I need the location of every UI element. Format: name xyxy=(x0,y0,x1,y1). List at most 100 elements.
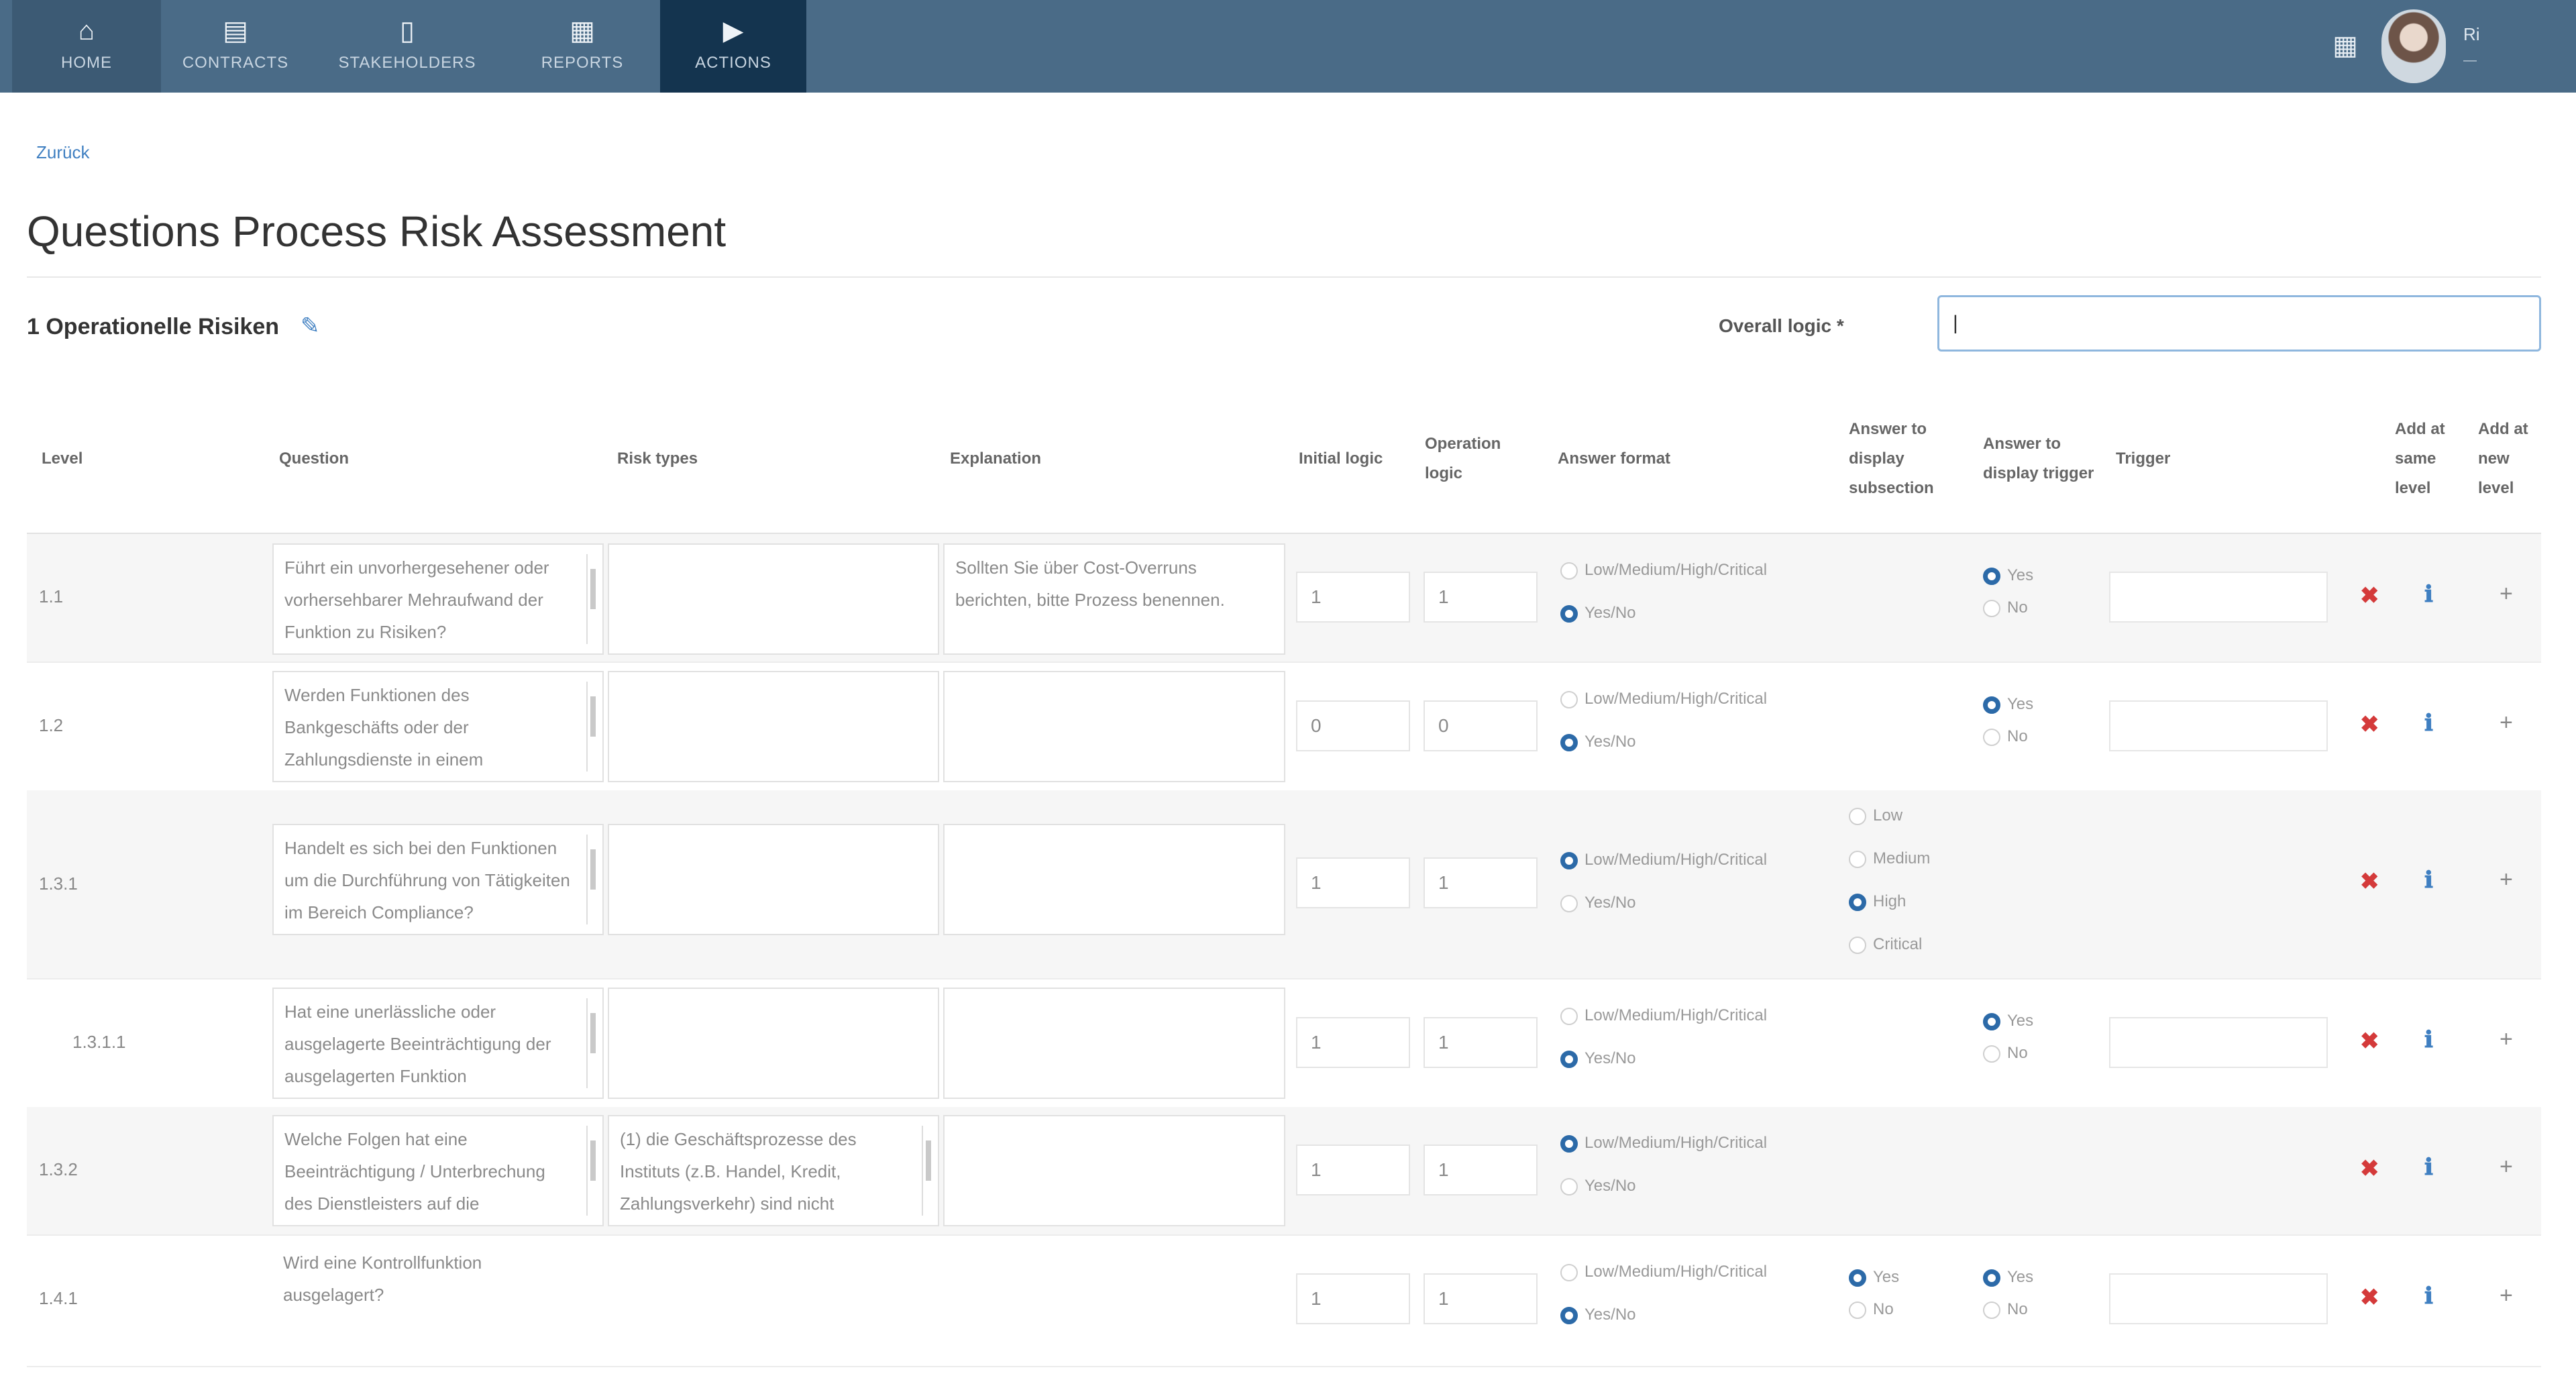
radio-button[interactable] xyxy=(1983,1269,2000,1287)
delete-icon[interactable]: ✖ xyxy=(2360,1284,2379,1311)
user-avatar[interactable] xyxy=(2381,9,2446,83)
delete-icon[interactable]: ✖ xyxy=(2360,1028,2379,1055)
radio-button[interactable] xyxy=(1560,604,1578,623)
nav-stakeholders[interactable]: ▯ STAKEHOLDERS xyxy=(310,0,504,93)
question-textarea[interactable]: Handelt es sich bei den Funktionen um di… xyxy=(272,824,604,935)
operation-logic-input[interactable]: 1 xyxy=(1424,857,1538,908)
risk-types-field[interactable] xyxy=(608,988,939,1099)
radio-button[interactable] xyxy=(1560,1263,1578,1281)
edit-section-icon[interactable]: ✎ xyxy=(301,313,320,339)
initial-logic-input[interactable]: 1 xyxy=(1296,1017,1410,1068)
risk-types-field[interactable] xyxy=(608,543,939,655)
risk-types-field[interactable] xyxy=(608,671,939,782)
operation-logic-input[interactable]: 1 xyxy=(1424,572,1538,623)
delete-icon[interactable]: ✖ xyxy=(2360,868,2379,895)
info-icon[interactable]: ℹ xyxy=(2424,581,2433,608)
radio-button[interactable] xyxy=(1560,894,1578,912)
subsection-answer-option[interactable]: Medium xyxy=(1849,849,1930,868)
question-textarea[interactable]: Welche Folgen hat eine Beeinträchtigung … xyxy=(272,1115,604,1226)
answer-format-option[interactable]: Low/Medium/High/Critical xyxy=(1560,1134,1767,1153)
overall-logic-input[interactable] xyxy=(1937,295,2541,352)
answer-format-option[interactable]: Yes/No xyxy=(1560,1177,1636,1195)
subsection-answer-option[interactable]: Critical xyxy=(1849,935,1922,954)
explanation-field[interactable] xyxy=(943,671,1285,782)
delete-icon[interactable]: ✖ xyxy=(2360,711,2379,738)
trigger-input[interactable] xyxy=(2109,572,2328,623)
radio-button[interactable] xyxy=(1849,1301,1866,1319)
subsection-answer-option[interactable]: Low xyxy=(1849,806,1902,825)
add-level-icon[interactable]: + xyxy=(2500,710,2513,736)
answer-format-option[interactable]: Yes/No xyxy=(1560,894,1636,912)
radio-button[interactable] xyxy=(1849,936,1866,954)
user-menu[interactable]: Ri — xyxy=(2463,24,2557,68)
question-textarea[interactable]: Hat eine unerlässliche oder ausgelagerte… xyxy=(272,988,604,1099)
trigger-answer-option[interactable]: Yes xyxy=(1983,566,2033,585)
trigger-answer-option[interactable]: No xyxy=(1983,598,2028,617)
answer-format-option[interactable]: Yes/No xyxy=(1560,604,1636,623)
answer-format-option[interactable]: Low/Medium/High/Critical xyxy=(1560,851,1767,869)
question-textarea[interactable]: Führt ein unvorhergesehener oder vorhers… xyxy=(272,543,604,655)
nav-home[interactable]: ⌂ HOME xyxy=(12,0,161,93)
explanation-field[interactable] xyxy=(943,824,1285,935)
radio-button[interactable] xyxy=(1983,696,2000,714)
trigger-answer-option[interactable]: No xyxy=(1983,1300,2028,1319)
trigger-input[interactable] xyxy=(2109,1017,2328,1068)
subsection-answer-option[interactable]: Yes xyxy=(1849,1268,1899,1287)
answer-format-option[interactable]: Yes/No xyxy=(1560,1049,1636,1068)
trigger-input[interactable] xyxy=(2109,1273,2328,1324)
risk-types-field[interactable] xyxy=(608,1240,939,1365)
trigger-answer-option[interactable]: Yes xyxy=(1983,1012,2033,1030)
info-icon[interactable]: ℹ xyxy=(2424,1283,2433,1310)
nav-contracts[interactable]: ▤ CONTRACTS xyxy=(161,0,310,93)
question-textarea[interactable]: Wird eine Kontrollfunktion ausgelagert? xyxy=(272,1240,604,1365)
info-icon[interactable]: ℹ xyxy=(2424,710,2433,737)
explanation-field[interactable]: Sollten Sie über Cost-Overruns berichten… xyxy=(943,543,1285,655)
info-icon[interactable]: ℹ xyxy=(2424,867,2433,894)
risk-types-field[interactable]: (1) die Geschäftsprozesse des Instituts … xyxy=(608,1115,939,1226)
operation-logic-input[interactable]: 0 xyxy=(1424,700,1538,751)
scrollbar[interactable] xyxy=(586,554,598,644)
radio-button[interactable] xyxy=(1560,690,1578,708)
info-icon[interactable]: ℹ xyxy=(2424,1154,2433,1181)
nav-actions[interactable]: ▶ ACTIONS xyxy=(660,0,806,93)
scrollbar[interactable] xyxy=(586,835,598,924)
initial-logic-input[interactable]: 1 xyxy=(1296,857,1410,908)
radio-button[interactable] xyxy=(1560,1007,1578,1025)
scrollbar[interactable] xyxy=(922,1126,934,1216)
radio-button[interactable] xyxy=(1983,1045,2000,1063)
radio-button[interactable] xyxy=(1849,807,1866,825)
question-textarea[interactable]: Werden Funktionen des Bankgeschäfts oder… xyxy=(272,671,604,782)
info-icon[interactable]: ℹ xyxy=(2424,1026,2433,1053)
delete-icon[interactable]: ✖ xyxy=(2360,582,2379,609)
scrollbar[interactable] xyxy=(586,998,598,1088)
radio-button[interactable] xyxy=(1983,567,2000,585)
answer-format-option[interactable]: Low/Medium/High/Critical xyxy=(1560,561,1767,580)
radio-button[interactable] xyxy=(1849,893,1866,911)
radio-button[interactable] xyxy=(1560,1177,1578,1195)
radio-button[interactable] xyxy=(1560,851,1578,869)
trigger-input[interactable] xyxy=(2109,700,2328,751)
subsection-answer-option[interactable]: No xyxy=(1849,1300,1894,1319)
operation-logic-input[interactable]: 1 xyxy=(1424,1145,1538,1195)
delete-icon[interactable]: ✖ xyxy=(2360,1155,2379,1182)
explanation-field[interactable] xyxy=(943,1115,1285,1226)
radio-button[interactable] xyxy=(1983,599,2000,617)
answer-format-option[interactable]: Low/Medium/High/Critical xyxy=(1560,1263,1767,1281)
answer-format-option[interactable]: Yes/No xyxy=(1560,733,1636,751)
radio-button[interactable] xyxy=(1560,1050,1578,1068)
explanation-field[interactable] xyxy=(943,1240,1285,1365)
radio-button[interactable] xyxy=(1849,850,1866,868)
radio-button[interactable] xyxy=(1560,1134,1578,1153)
add-level-icon[interactable]: + xyxy=(2500,1154,2513,1180)
radio-button[interactable] xyxy=(1849,1269,1866,1287)
subsection-answer-option[interactable]: High xyxy=(1849,892,1906,911)
initial-logic-input[interactable]: 1 xyxy=(1296,572,1410,623)
explanation-field[interactable] xyxy=(943,988,1285,1099)
apps-grid-icon[interactable]: ▦ xyxy=(2330,31,2360,60)
back-link[interactable]: Zurück xyxy=(36,142,89,163)
radio-button[interactable] xyxy=(1560,733,1578,751)
radio-button[interactable] xyxy=(1560,562,1578,580)
radio-button[interactable] xyxy=(1983,1301,2000,1319)
trigger-answer-option[interactable]: Yes xyxy=(1983,695,2033,714)
answer-format-option[interactable]: Low/Medium/High/Critical xyxy=(1560,690,1767,708)
